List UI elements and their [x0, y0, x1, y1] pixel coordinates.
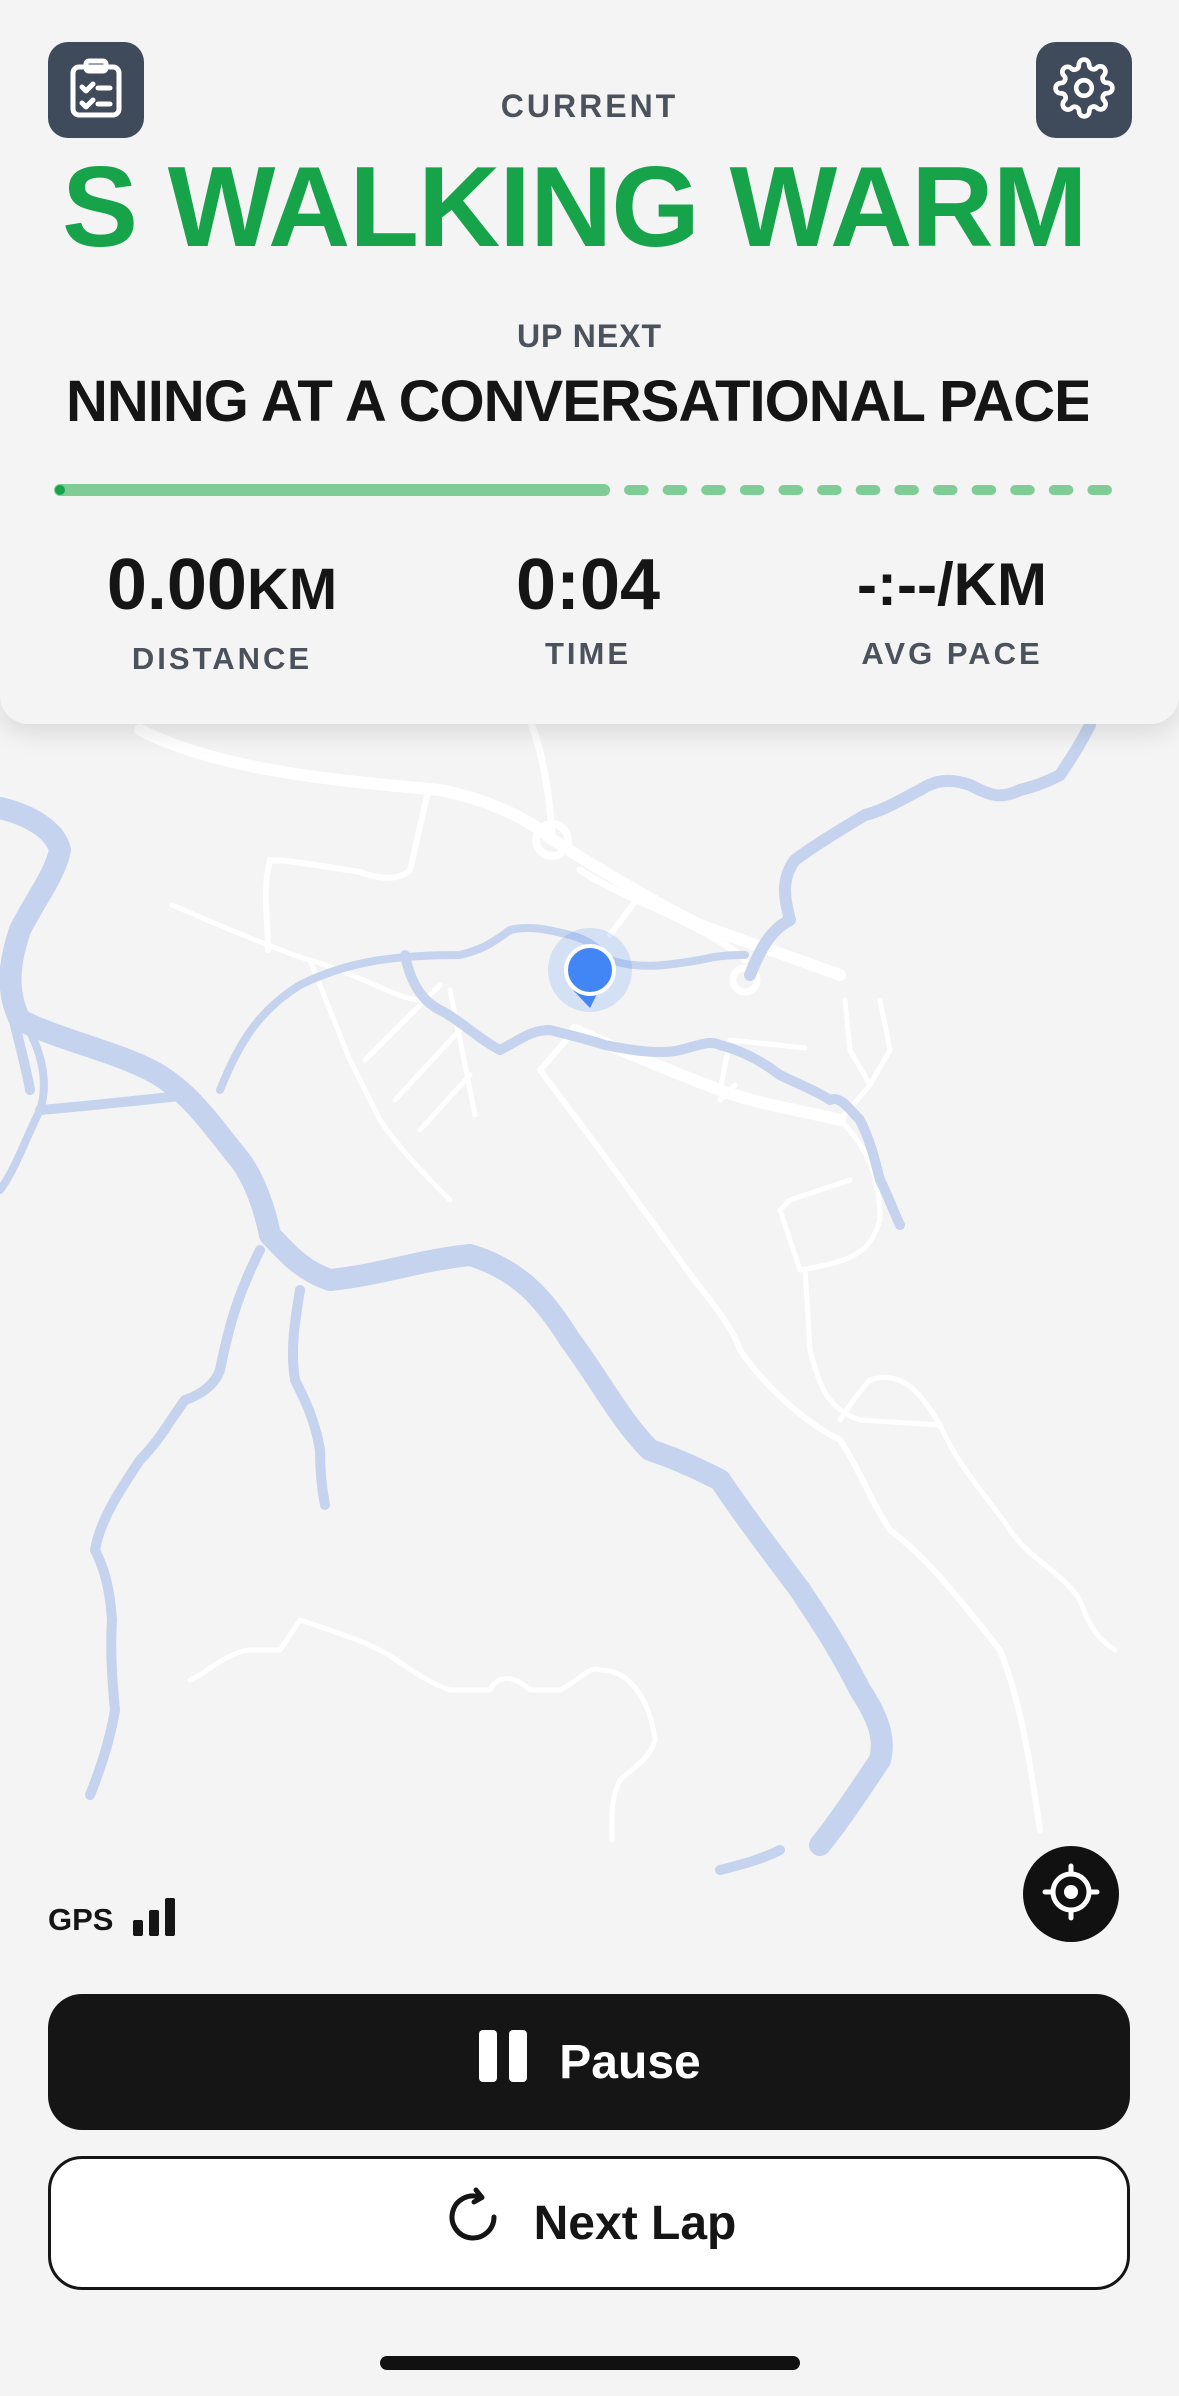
pace-stat: -:--/KM AVG PACE — [772, 540, 1132, 672]
distance-value: 0.00 — [106, 545, 247, 625]
progress-remaining-segment — [778, 485, 804, 495]
progress-remaining-segment — [971, 485, 997, 495]
next-step-name: NNING AT A CONVERSATIONAL PACE — [66, 369, 1088, 434]
next-lap-label: Next Lap — [533, 2196, 737, 2250]
distance-stat: 0.00KM DISTANCE — [42, 540, 402, 677]
workout-status-card: CURRENT S WALKING WARM UP UP NEXT NNING … — [0, 0, 1179, 724]
pace-value: -:--/KM — [857, 551, 1047, 618]
home-indicator[interactable] — [380, 2356, 800, 2370]
progress-remaining-segment — [817, 485, 842, 495]
progress-remaining-segment — [855, 485, 881, 495]
current-label: CURRENT — [500, 88, 679, 124]
progress-remaining-segment — [662, 485, 688, 495]
time-label: TIME — [544, 636, 632, 671]
current-step-name: S WALKING WARM UP — [62, 144, 1117, 271]
progress-completed — [54, 484, 610, 496]
gps-label: GPS — [48, 1901, 114, 1937]
time-stat: 0:04 TIME — [408, 540, 768, 672]
pause-icon — [477, 2028, 529, 2096]
progress-remaining-segment — [932, 485, 958, 495]
progress-remaining-segment — [1010, 485, 1035, 495]
progress-remaining-segment — [894, 485, 919, 495]
progress-remaining-segment — [1048, 485, 1074, 495]
next-lap-button[interactable]: Next Lap — [48, 2156, 1130, 2290]
distance-value-row: 0.00KM — [42, 540, 402, 635]
progress-start-dot — [55, 485, 65, 495]
refresh-icon — [442, 2186, 504, 2260]
workout-progress-bar — [54, 484, 1112, 496]
route-map[interactable] — [0, 700, 1179, 1900]
recenter-location-button[interactable] — [1023, 1846, 1119, 1942]
pause-label: Pause — [559, 2035, 701, 2089]
progress-remaining-segment — [739, 485, 765, 495]
progress-remaining-segment — [624, 485, 649, 495]
distance-unit: KM — [246, 557, 338, 622]
crosshair-icon — [1042, 1863, 1100, 1926]
progress-remaining-segment — [701, 485, 726, 495]
up-next-label: UP NEXT — [516, 318, 663, 354]
pace-label: AVG PACE — [861, 636, 1043, 671]
time-value: 0:04 — [515, 545, 661, 625]
pause-button[interactable]: Pause — [48, 1994, 1130, 2130]
signal-bars-icon — [131, 1896, 179, 1943]
progress-remaining-segment — [1087, 485, 1112, 495]
gps-status: GPS — [48, 1896, 179, 1943]
distance-label: DISTANCE — [131, 641, 313, 676]
